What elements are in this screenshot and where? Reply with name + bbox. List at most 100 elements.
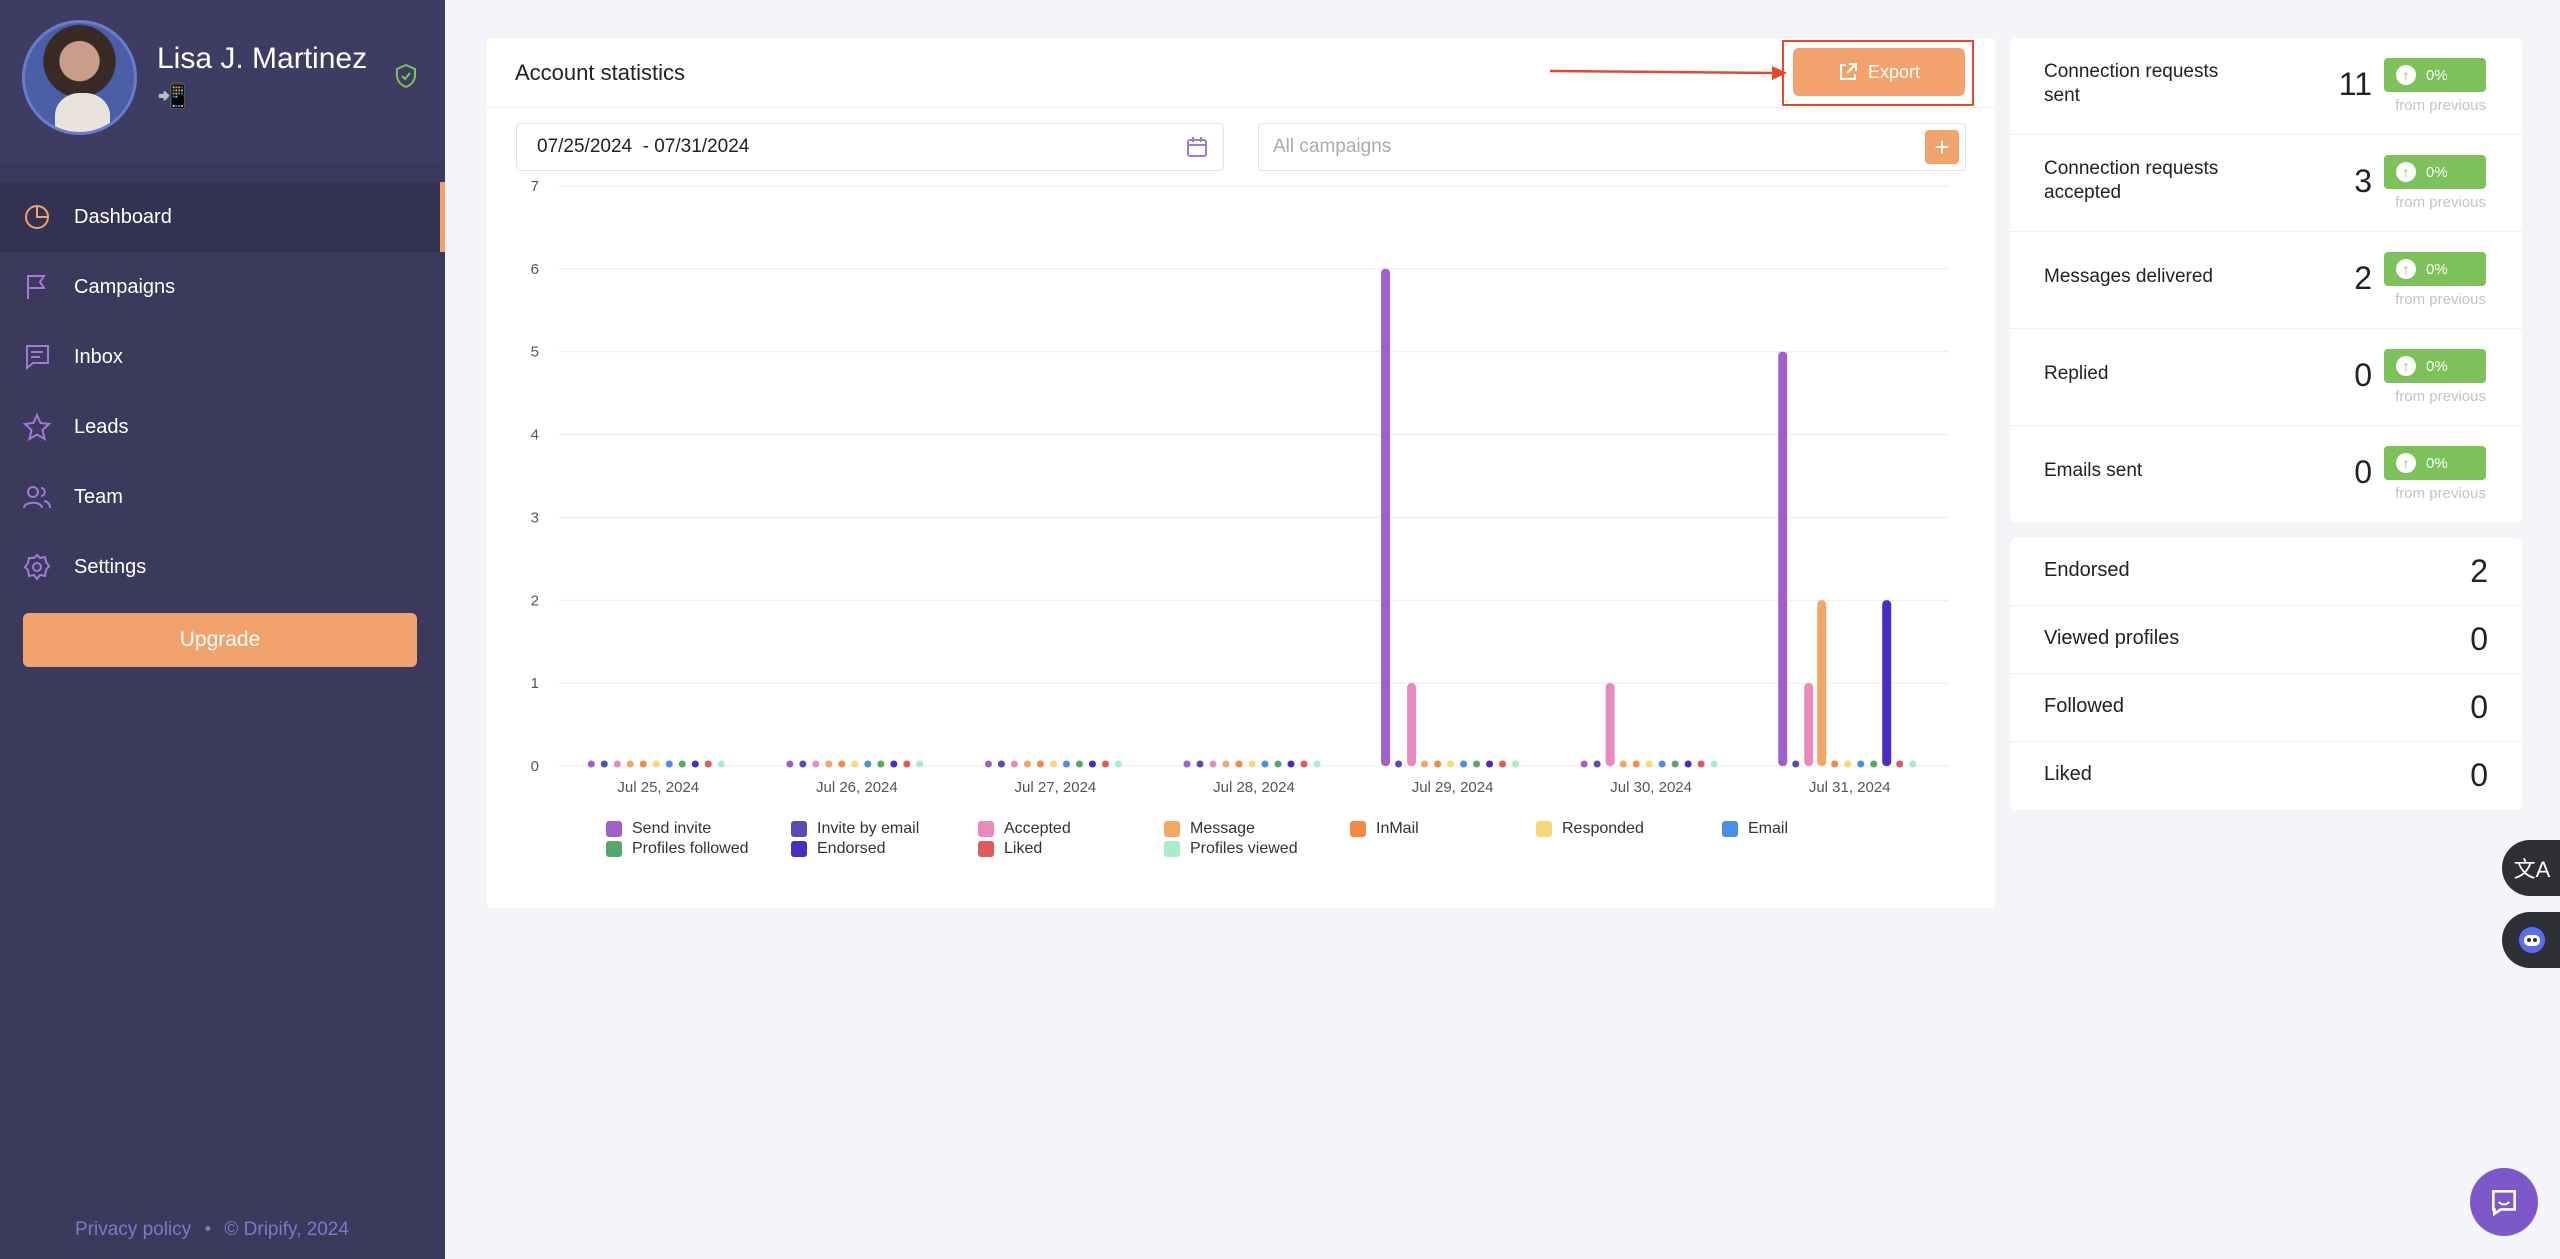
legend-swatch: [791, 841, 807, 857]
bar-zero-marker: [1421, 760, 1429, 768]
bar-zero-marker: [1222, 760, 1230, 768]
x-tick-label: Jul 27, 2024: [1015, 779, 1097, 796]
bar-zero-marker: [1434, 760, 1442, 768]
bar-zero-marker: [864, 760, 872, 768]
statistics-chart: 0 1 2 3 4 5 6 7 Jul 25, 2024 Jul 26, 2024 Jul 27, …: [531, 178, 1949, 796]
legend-item[interactable]: Message: [1164, 820, 1255, 838]
bar-zero-marker: [626, 760, 634, 768]
sidebar-item-team[interactable]: Team: [0, 462, 445, 532]
sidebar-item-inbox[interactable]: Inbox: [0, 322, 445, 392]
assistant-button[interactable]: [2502, 912, 2560, 968]
star-icon: [22, 412, 52, 442]
privacy-policy-link[interactable]: Privacy policy: [75, 1219, 191, 1240]
sidebar-item-dashboard[interactable]: Dashboard: [0, 182, 445, 252]
stat-value: 0: [2354, 357, 2372, 393]
footer-separator: •: [204, 1219, 212, 1240]
count-label: Liked: [2044, 763, 2092, 785]
bar-zero-marker: [851, 760, 859, 768]
change-value: 0%: [2426, 454, 2448, 472]
bar-zero-marker: [1313, 760, 1321, 768]
export-label: Export: [1867, 61, 1921, 82]
x-tick-label: Jul 29, 2024: [1412, 779, 1494, 796]
bar-zero-marker: [1645, 760, 1653, 768]
user-name: Lisa J. Martinez: [157, 42, 368, 75]
legend-item[interactable]: Invite by email: [791, 820, 919, 838]
stat-value: 2: [2354, 260, 2372, 296]
legend-label: Message: [1190, 820, 1255, 837]
legend-item[interactable]: Responded: [1536, 820, 1644, 838]
bar: [1605, 683, 1615, 766]
legend-swatch: [978, 821, 994, 837]
legend-swatch: [606, 841, 622, 857]
stat-label: Messages delivered: [2044, 266, 2213, 287]
bar-zero-marker: [825, 760, 833, 768]
legend-item[interactable]: Endorsed: [791, 840, 886, 858]
sidebar-item-leads[interactable]: Leads: [0, 392, 445, 462]
upgrade-button[interactable]: Upgrade: [23, 613, 417, 667]
bar-zero-marker: [1287, 760, 1295, 768]
count-row: Viewed profiles 0: [2010, 606, 2522, 674]
sidebar-item-label: Team: [74, 485, 123, 508]
legend-item[interactable]: Email: [1722, 820, 1788, 838]
bar-zero-marker: [613, 760, 621, 768]
change-caption: from previous: [2395, 194, 2486, 211]
bar-zero-marker: [1460, 760, 1468, 768]
y-tick-label: 2: [531, 592, 539, 609]
bar-zero-marker: [1909, 760, 1917, 768]
bar-zero-marker: [1593, 760, 1601, 768]
count-value: 0: [2470, 621, 2488, 657]
sidebar-item-settings[interactable]: Settings: [0, 532, 445, 602]
stat-label: Emails sent: [2044, 460, 2143, 481]
bar: [1804, 683, 1814, 766]
arrow-up-icon: ↑: [2396, 453, 2416, 473]
bar-zero-marker: [812, 760, 820, 768]
change-caption: from previous: [2395, 97, 2486, 114]
avatar[interactable]: [22, 20, 137, 135]
legend-item[interactable]: Liked: [978, 840, 1042, 858]
legend-item[interactable]: Accepted: [978, 820, 1071, 838]
legend-item[interactable]: Send invite: [606, 820, 711, 838]
legend-item[interactable]: Profiles viewed: [1164, 840, 1298, 858]
count-value: 0: [2470, 757, 2488, 793]
legend-label: Responded: [1562, 820, 1644, 837]
bar-zero-marker: [1671, 760, 1679, 768]
add-campaign-button[interactable]: +: [1925, 130, 1959, 164]
translate-button[interactable]: 文A: [2502, 840, 2560, 896]
bar-zero-marker: [639, 760, 647, 768]
y-tick-label: 7: [531, 178, 539, 195]
calendar-icon[interactable]: [1185, 135, 1209, 159]
change-badge: ↑ 0%: [2384, 58, 2486, 92]
sidebar-item-label: Inbox: [74, 345, 123, 368]
y-tick-label: 5: [531, 344, 539, 361]
robot-icon: [2519, 927, 2545, 953]
sidebar-item-campaigns[interactable]: Campaigns: [0, 252, 445, 322]
bar-zero-marker: [1512, 760, 1520, 768]
bar-zero-marker: [652, 760, 660, 768]
bar: [1778, 351, 1788, 766]
bar-zero-marker: [1684, 760, 1692, 768]
count-label: Viewed profiles: [2044, 627, 2180, 649]
date-range-field[interactable]: 07/25/2024 - 07/31/2024: [516, 123, 1224, 171]
users-icon: [23, 486, 51, 509]
bar-zero-marker: [1010, 760, 1018, 768]
external-link-icon: [1839, 63, 1857, 80]
sidebar: Lisa J. Martinez 📲 Dashboard Campaigns I…: [0, 0, 445, 1259]
bar-zero-marker: [691, 760, 699, 768]
campaign-select[interactable]: All campaigns +: [1258, 123, 1966, 171]
legend-swatch: [1722, 821, 1738, 837]
export-button[interactable]: Export: [1793, 48, 1965, 96]
stat-value: 0: [2354, 454, 2372, 490]
translate-icon: 文A: [2513, 857, 2551, 882]
legend-item[interactable]: InMail: [1350, 820, 1419, 838]
count-row: Liked 0: [2010, 742, 2522, 810]
counts-card: Endorsed 2 Viewed profiles 0 Followed 0 Liked 0: [2010, 538, 2522, 810]
stat-row: Connection requests sent 11 ↑ 0% from previo…: [2010, 38, 2522, 135]
bar-zero-marker: [1235, 760, 1243, 768]
x-tick-label: Jul 26, 2024: [816, 779, 898, 796]
change-badge: ↑ 0%: [2384, 349, 2486, 383]
stat-label: Replied: [2044, 363, 2109, 384]
support-chat-button[interactable]: [2470, 1168, 2538, 1236]
count-value: 0: [2470, 689, 2488, 725]
legend-item[interactable]: Profiles followed: [606, 840, 749, 858]
legend-label: Send invite: [632, 820, 712, 837]
